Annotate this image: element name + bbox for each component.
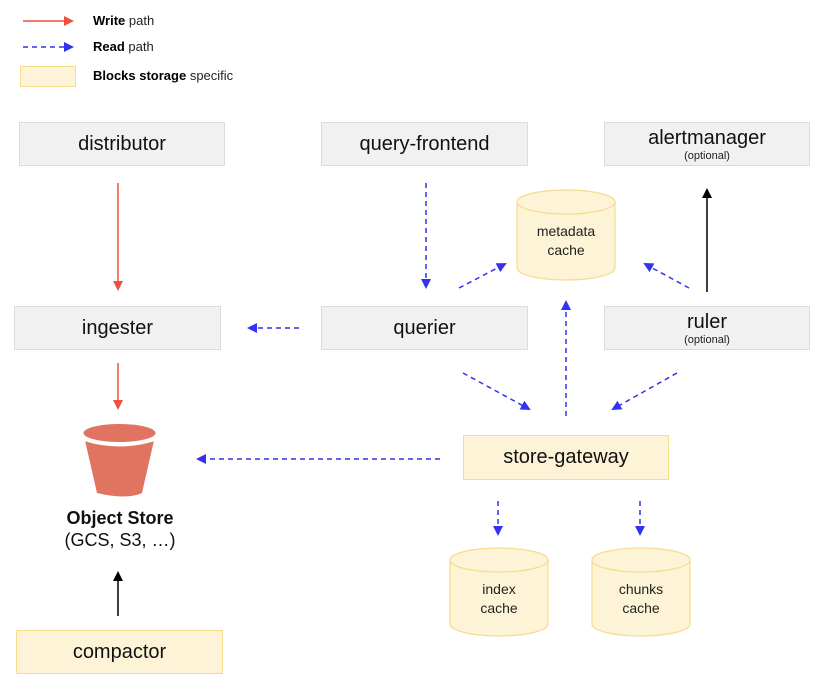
ruler-optional: (optional) [684, 334, 730, 346]
ruler-box[interactable]: ruler (optional) [604, 306, 810, 350]
ruler-label: ruler [686, 311, 727, 333]
chunks-cache-line1: chunks [618, 581, 664, 597]
legend-blocks: Blocks storage specific [93, 68, 233, 83]
distributor-label: distributor [78, 132, 166, 155]
distributor-box[interactable]: distributor [19, 122, 225, 166]
chunks-cache-line2: cache [622, 600, 660, 616]
object-store-subtitle: (GCS, S3, …) [64, 530, 176, 550]
index-cache-line2: cache [480, 600, 518, 616]
legend-write: Write path [93, 13, 154, 28]
alertmanager-optional: (optional) [684, 150, 730, 162]
edge-querier-storegateway [462, 372, 531, 410]
legend-read: Read path [93, 39, 154, 54]
object-store-title: Object Store [66, 508, 174, 528]
alertmanager-label: alertmanager [648, 127, 766, 149]
legend-write-bold: Write [93, 13, 126, 28]
edge-querier-metadatacache [458, 263, 507, 289]
metadata-cache-label: metadata cache [517, 222, 615, 260]
alertmanager-box[interactable]: alertmanager (optional) [604, 122, 810, 166]
legend-blocks-rest: specific [186, 68, 234, 83]
querier-label: querier [393, 316, 456, 339]
legend-read-rest: path [124, 39, 154, 54]
metadata-cache-line2: cache [547, 242, 585, 258]
object-store-label: Object Store (GCS, S3, …) [45, 507, 195, 551]
legend-blocks-bold: Blocks storage [93, 68, 187, 83]
querier-box[interactable]: querier [321, 306, 528, 350]
query-frontend-label: query-frontend [359, 132, 490, 155]
metadata-cache-line1: metadata [536, 223, 596, 239]
legend-write-rest: path [125, 13, 155, 28]
ingester-label: ingester [81, 316, 154, 339]
legend-blocks-swatch [20, 66, 76, 87]
store-gateway-box[interactable]: store-gateway [463, 435, 669, 480]
bucket-icon [83, 424, 156, 497]
query-frontend-box[interactable]: query-frontend [321, 122, 528, 166]
index-cache-label: index cache [450, 580, 548, 618]
compactor-box[interactable]: compactor [16, 630, 223, 674]
ingester-box[interactable]: ingester [14, 306, 221, 350]
index-cache-line1: index [482, 581, 516, 597]
edge-ruler-metadatacache [643, 263, 690, 289]
legend-read-bold: Read [93, 39, 125, 54]
store-gateway-label: store-gateway [503, 446, 629, 468]
compactor-label: compactor [72, 640, 167, 663]
edge-ruler-storegateway [611, 372, 678, 410]
chunks-cache-label: chunks cache [592, 580, 690, 618]
